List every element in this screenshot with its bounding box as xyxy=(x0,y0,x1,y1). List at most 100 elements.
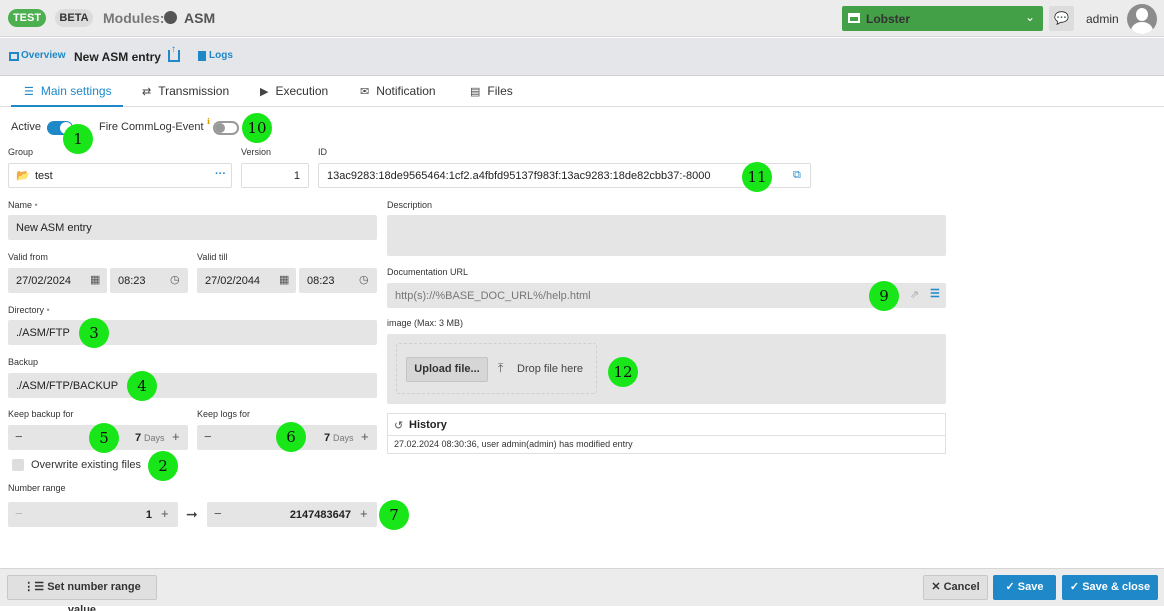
module-icon xyxy=(164,11,177,24)
marker-6: 6 xyxy=(276,422,306,452)
folder-icon: 📂 xyxy=(16,170,30,182)
plus-icon[interactable]: + xyxy=(361,429,369,444)
drop-label: Drop file here xyxy=(517,363,584,375)
env-badge: TEST xyxy=(8,9,46,27)
save-button[interactable]: ✓ Save xyxy=(993,575,1056,600)
minus-icon[interactable]: − xyxy=(214,506,222,521)
marker-5: 5 xyxy=(89,423,119,453)
marker-3: 3 xyxy=(79,318,109,348)
tab-label: Files xyxy=(487,84,513,98)
valid-till-date-input[interactable]: 27/02/2044 ▦ xyxy=(197,268,296,293)
arrow-right-icon: ➞ xyxy=(186,506,198,522)
logs-icon xyxy=(198,51,206,61)
external-link-icon[interactable]: ⇗ xyxy=(910,288,919,301)
range-to-stepper[interactable]: − 2147483647 + xyxy=(207,502,377,527)
info-icon[interactable]: ℹ xyxy=(207,117,210,126)
tenant-select[interactable]: Lobster ⌄ xyxy=(842,6,1043,31)
upload-icon: ⤒ xyxy=(498,361,504,375)
list-icon: ⋮☰ xyxy=(23,581,48,593)
range-from-stepper[interactable]: − 1 + xyxy=(8,502,178,527)
tab-notification[interactable]: ✉ Notification xyxy=(360,84,436,98)
doc-url-placeholder: http(s)://%BASE_DOC_URL%/help.html xyxy=(395,289,591,302)
save-close-button[interactable]: ✓ Save & close xyxy=(1062,575,1158,600)
set-number-range-button[interactable]: ⋮☰ Set number range value xyxy=(7,575,157,611)
overview-link[interactable]: Overview xyxy=(21,50,65,61)
avatar[interactable] xyxy=(1127,4,1157,34)
name-input[interactable]: New ASM entry xyxy=(8,215,377,240)
close-icon: ✕ xyxy=(931,581,944,593)
footer-bar: ⋮☰ Set number range value ✕ Cancel ✓ Sav… xyxy=(0,568,1164,611)
version-label: Version xyxy=(241,147,272,157)
chat-button[interactable]: 💬 xyxy=(1049,6,1074,31)
plus-icon[interactable]: + xyxy=(360,506,368,521)
user-name[interactable]: admin xyxy=(1086,12,1119,26)
tab-files[interactable]: ▤ Files xyxy=(470,84,513,98)
logs-link[interactable]: Logs xyxy=(209,50,233,61)
name-label: Name • xyxy=(8,200,38,210)
clock-icon[interactable]: ◷ xyxy=(359,273,369,286)
overwrite-label[interactable]: Overwrite existing files xyxy=(31,459,141,471)
tab-label: Notification xyxy=(376,84,436,98)
keep-backup-unit: Days xyxy=(144,432,165,443)
upload-button[interactable]: Upload file... xyxy=(406,357,488,382)
valid-from-time-input[interactable]: 08:23 ◷ xyxy=(110,268,188,293)
keep-backup-value: 7 xyxy=(135,431,142,444)
export-icon[interactable] xyxy=(168,44,180,62)
calendar-icon[interactable]: ▦ xyxy=(279,273,289,286)
name-label-text: Name xyxy=(8,200,33,210)
copy-icon[interactable]: ⧉ xyxy=(793,169,801,182)
play-icon: ▶ xyxy=(260,86,269,98)
tab-execution[interactable]: ▶ Execution xyxy=(260,84,328,98)
description-input[interactable] xyxy=(387,215,946,256)
more-icon[interactable]: ··· xyxy=(215,168,226,180)
backup-value: ./ASM/FTP/BACKUP xyxy=(16,379,119,392)
keep-logs-value: 7 xyxy=(324,431,331,444)
directory-value: ./ASM/FTP xyxy=(16,326,70,339)
marker-9: 9 xyxy=(869,281,899,311)
check-icon: ✓ xyxy=(1069,581,1083,593)
directory-label-text: Directory xyxy=(8,305,45,315)
description-label: Description xyxy=(387,200,433,210)
save-close-label: Save & close xyxy=(1082,581,1151,593)
group-field[interactable]: 📂 test ··· xyxy=(8,163,232,188)
keep-logs-unit: Days xyxy=(333,432,354,443)
clock-icon[interactable]: ◷ xyxy=(170,273,180,286)
valid-till-time-input[interactable]: 08:23 ◷ xyxy=(299,268,377,293)
name-value: New ASM entry xyxy=(16,221,92,234)
chat-icon: 💬 xyxy=(1054,11,1069,25)
overview-icon xyxy=(9,52,19,61)
minus-icon[interactable]: − xyxy=(15,429,23,444)
fire-commlog-toggle[interactable] xyxy=(213,121,239,135)
tab-bar: ☰ Main settings ⇄ Transmission ▶ Execution … xyxy=(0,77,1164,107)
tab-label: Transmission xyxy=(158,84,230,98)
history-panel: ↺ History 27.02.2024 08:30:36, user admi… xyxy=(387,413,946,454)
id-value: 13ac9283:18de9565464:1cf2.a4fbfd95137f98… xyxy=(327,169,711,182)
valid-from-date-input[interactable]: 27/02/2024 ▦ xyxy=(8,268,107,293)
required-marker: • xyxy=(46,305,50,315)
tab-transmission[interactable]: ⇄ Transmission xyxy=(142,84,229,98)
id-label: ID xyxy=(318,147,327,157)
minus-icon[interactable]: − xyxy=(204,429,212,444)
overwrite-checkbox[interactable] xyxy=(12,459,24,471)
history-entry: 27.02.2024 08:30:36, user admin(admin) h… xyxy=(394,439,633,449)
active-tab-indicator xyxy=(11,105,123,107)
upload-area[interactable]: Upload file... ⤒ Drop file here xyxy=(396,343,597,394)
tab-main-settings[interactable]: ☰ Main settings xyxy=(24,84,112,98)
backup-input[interactable]: ./ASM/FTP/BACKUP xyxy=(8,373,377,398)
valid-from-date: 27/02/2024 xyxy=(16,274,72,287)
menu-icon[interactable]: ☰ xyxy=(930,287,940,300)
marker-2: 2 xyxy=(148,451,178,481)
doc-url-input[interactable]: http(s)://%BASE_DOC_URL%/help.html ⇗ ☰ xyxy=(387,283,946,308)
doc-url-label: Documentation URL xyxy=(387,267,469,277)
marker-1: 1 xyxy=(63,124,93,154)
plus-icon[interactable]: + xyxy=(161,506,169,521)
cancel-button[interactable]: ✕ Cancel xyxy=(923,575,988,600)
modules-label[interactable]: Modules: xyxy=(103,10,164,26)
version-value: 1 xyxy=(293,169,300,182)
module-name[interactable]: ASM xyxy=(184,10,215,26)
plus-icon[interactable]: + xyxy=(172,429,180,444)
minus-icon[interactable]: − xyxy=(15,506,23,521)
calendar-icon[interactable]: ▦ xyxy=(90,273,100,286)
avatar-body xyxy=(1131,22,1153,34)
directory-input[interactable]: ./ASM/FTP xyxy=(8,320,377,345)
